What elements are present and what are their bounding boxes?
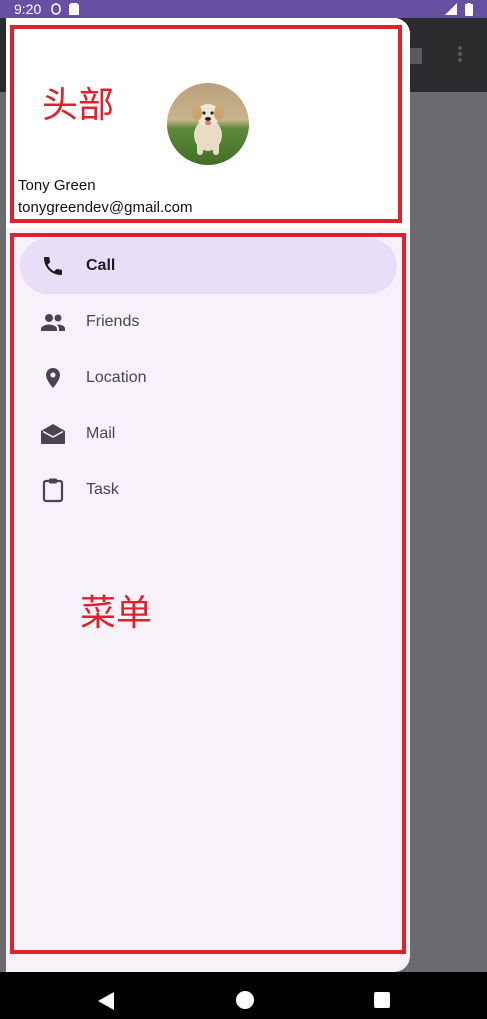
signal-icon [445,3,457,15]
people-icon [40,309,66,335]
status-time: 9:20 [14,1,42,17]
phone-icon [40,253,66,279]
navigation-drawer: 头部 Tony Green tonygreendev@gmail.com 菜单 … [6,18,410,972]
menu-item-call[interactable]: Call [20,238,397,294]
menu-annotation-label: 菜单 [80,593,153,634]
user-name: Tony Green [18,177,96,194]
menu-item-friends[interactable]: Friends [20,294,397,350]
mail-open-icon [40,421,66,447]
back-icon[interactable] [98,992,114,1010]
avatar-dog-image [167,83,249,165]
sd-card-icon [69,3,80,15]
clipboard-icon [40,477,66,503]
menu-item-label: Location [86,369,147,386]
recent-apps-icon[interactable] [374,992,390,1008]
status-right-icons [445,2,473,16]
menu-item-label: Mail [86,425,116,442]
overflow-menu-icon[interactable] [452,42,472,66]
notification-icon [51,3,61,15]
menu-item-label: Friends [86,313,140,330]
battery-icon [465,2,473,16]
menu-item-location[interactable]: Location [20,350,397,406]
header-annotation-label: 头部 [42,85,115,126]
status-bar: 9:20 [0,0,487,18]
menu-item-label: Task [86,481,119,498]
menu-item-mail[interactable]: Mail [20,406,397,462]
user-email: tonygreendev@gmail.com [18,199,193,216]
drawer-header: 头部 Tony Green tonygreendev@gmail.com [6,18,410,228]
home-icon[interactable] [236,991,254,1009]
menu-item-task[interactable]: Task [20,462,397,518]
location-pin-icon [40,365,66,391]
avatar[interactable] [167,83,249,165]
menu-item-label: Call [86,257,116,274]
